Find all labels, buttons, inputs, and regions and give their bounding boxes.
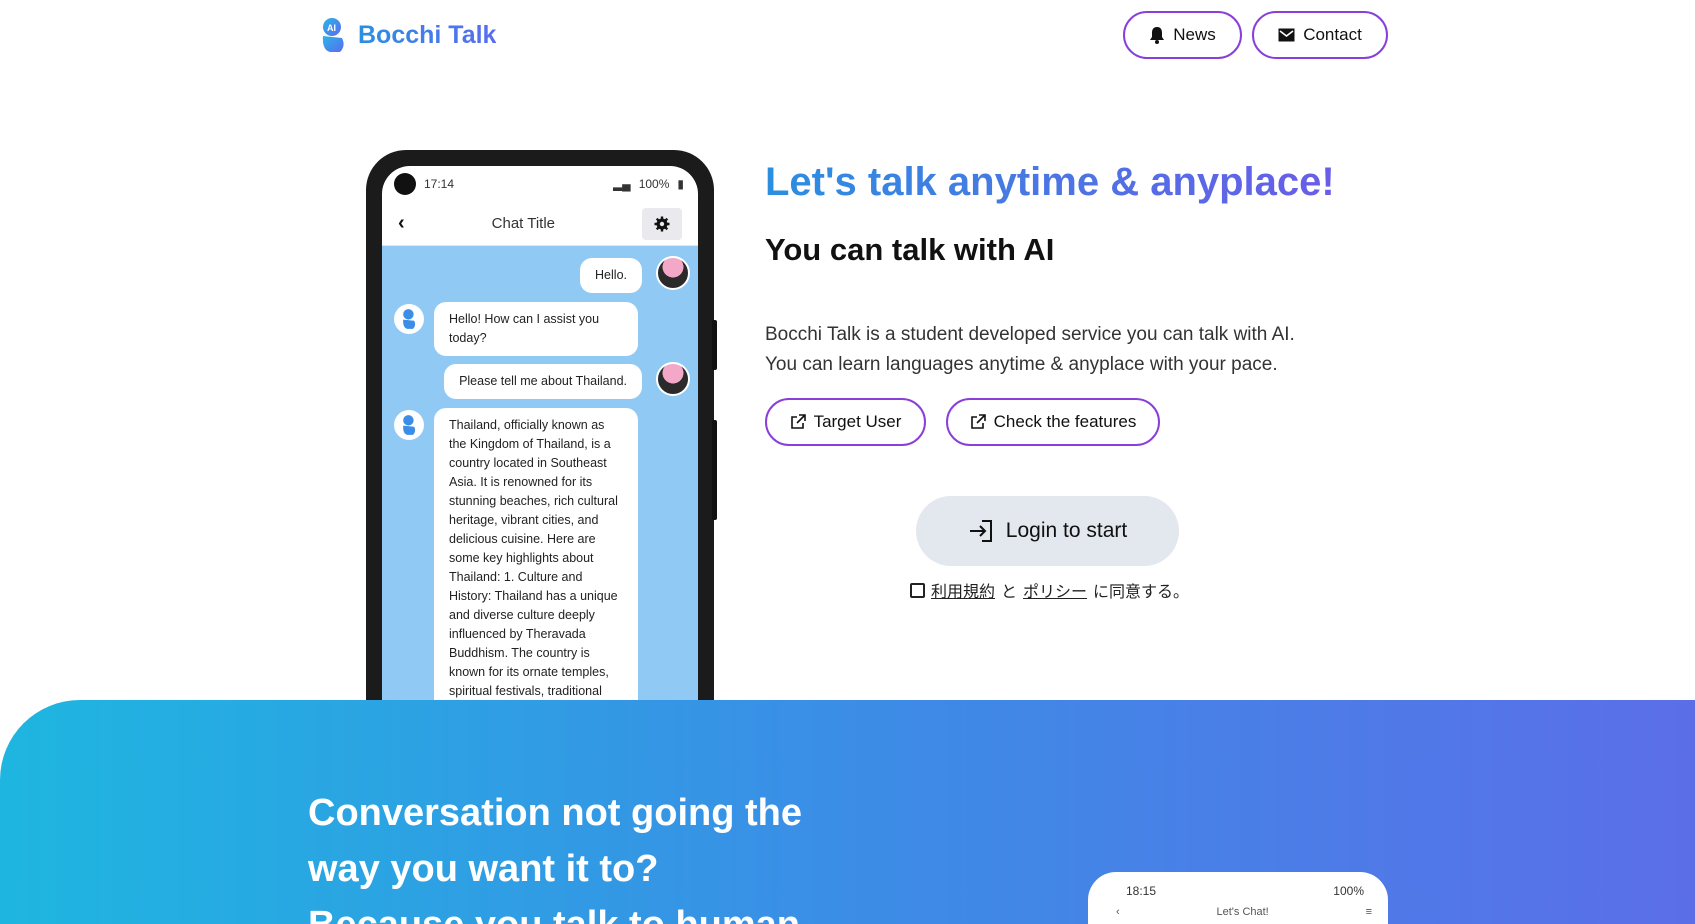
contact-label: Contact [1303, 25, 1362, 44]
policy-link[interactable]: ポリシー [1023, 578, 1087, 602]
target-user-label: Target User [813, 412, 902, 431]
agreement-row: 利用規約 と ポリシー に同意する。 [910, 578, 1189, 602]
gear-icon [654, 216, 670, 231]
ai-message: Thailand, officially known as the Kingdo… [434, 408, 638, 710]
signal-icon: ▂▄ [612, 177, 631, 191]
news-button[interactable]: News [1123, 11, 1242, 59]
login-label: Login to start [1005, 519, 1128, 542]
user-avatar [656, 256, 690, 290]
external-link-icon [970, 414, 986, 429]
agree-suffix: に同意する。 [1093, 584, 1190, 601]
user-avatar [656, 362, 690, 396]
feature-section-title: Conversation not going the way you want … [308, 785, 802, 924]
hero-desc-line: You can learn languages anytime & anypla… [765, 354, 1278, 375]
target-user-button[interactable]: Target User [765, 398, 926, 446]
phone2-battery: 100% [1333, 884, 1364, 898]
brand-name: Bocchi Talk [358, 20, 497, 49]
envelope-icon [1278, 28, 1295, 42]
phone-side-button [712, 320, 717, 370]
news-label: News [1173, 25, 1216, 44]
contact-button[interactable]: Contact [1252, 11, 1388, 59]
hero-title: Let's talk anytime & anyplace! [765, 160, 1335, 204]
login-icon [969, 520, 992, 542]
phone2-time: 18:15 [1126, 884, 1157, 898]
feature-title-line: Because you talk to human [308, 897, 802, 924]
agree-checkbox[interactable] [910, 582, 925, 598]
chat-header: ‹ Chat Title [382, 202, 698, 246]
camera-icon [394, 173, 416, 195]
ai-message: Hello! How can I assist you today? [434, 302, 638, 356]
chat-title: Chat Title [491, 215, 556, 232]
back-icon: ‹ [1116, 906, 1120, 918]
login-button[interactable]: Login to start [916, 496, 1179, 566]
menu-icon: ≡ [1365, 906, 1372, 918]
terms-link[interactable]: 利用規約 [931, 578, 995, 602]
status-battery: 100% [638, 177, 670, 191]
robot-icon [403, 415, 416, 435]
settings-button[interactable] [641, 207, 682, 240]
hero-desc-line: Bocchi Talk is a student developed servi… [765, 324, 1295, 345]
phone-status-bar: 17:14 ▂▄ 100% ▮ [382, 166, 698, 202]
feature-title-line: Conversation not going the [308, 792, 802, 834]
status-time: 17:14 [424, 177, 455, 191]
external-link-icon [790, 414, 806, 429]
hero-subtitle: You can talk with AI [765, 232, 1055, 267]
check-features-label: Check the features [993, 412, 1137, 431]
ai-avatar [394, 410, 424, 440]
hero-description: Bocchi Talk is a student developed servi… [765, 320, 1295, 380]
agree-and: と [1001, 584, 1018, 601]
ai-avatar [394, 304, 424, 334]
brand-logo[interactable]: AI Bocchi Talk [318, 16, 496, 54]
robot-icon [403, 309, 416, 329]
phone-screen: 17:14 ▂▄ 100% ▮ ‹ Chat Title Hello. Hell… [382, 166, 698, 710]
svg-text:AI: AI [327, 23, 336, 33]
robot-logo-icon: AI [322, 18, 344, 52]
phone-preview: 18:15 100% ‹ Let's Chat! ≡ [1088, 872, 1388, 924]
back-icon[interactable]: ‹ [398, 212, 405, 235]
user-message: Hello. [580, 258, 642, 293]
bell-icon [1150, 27, 1165, 44]
page: AI Bocchi Talk News Contact 17:14 ▂▄ 100… [0, 0, 1695, 924]
user-message: Please tell me about Thailand. [444, 364, 642, 399]
chat-area: Hello. Hello! How can I assist you today… [382, 246, 698, 710]
phone2-chat-title: Let's Chat! [1216, 906, 1269, 918]
check-features-button[interactable]: Check the features [946, 398, 1160, 446]
battery-icon: ▮ [677, 177, 684, 191]
feature-title-line: way you want it to? [308, 848, 659, 890]
feature-section [0, 700, 1695, 924]
phone-side-button [712, 420, 717, 520]
